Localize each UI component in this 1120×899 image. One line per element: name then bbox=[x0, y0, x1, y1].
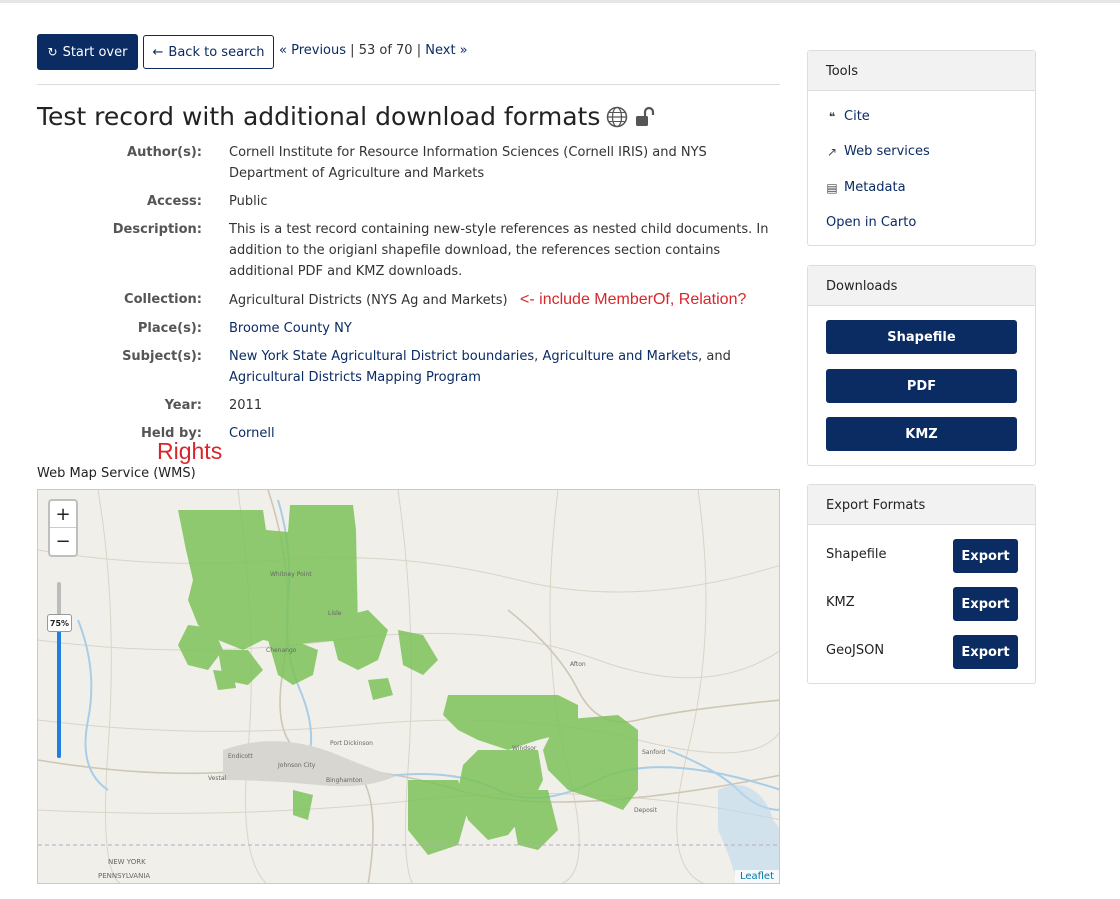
back-to-search-label: Back to search bbox=[168, 44, 265, 60]
quote-icon: ❝ bbox=[828, 109, 836, 124]
map-label: Port Dickinson bbox=[330, 740, 373, 747]
subject-separator: , and bbox=[698, 349, 731, 364]
zoom-out-button[interactable]: − bbox=[50, 528, 76, 555]
open-in-carto-label: Open in Carto bbox=[826, 215, 917, 230]
export-format-name: Shapefile bbox=[826, 547, 887, 562]
open-in-carto-link[interactable]: Open in Carto bbox=[826, 215, 916, 230]
export-row: KMZ Export bbox=[826, 587, 1018, 621]
held-by-link[interactable]: Cornell bbox=[229, 426, 275, 441]
download-shapefile-button[interactable]: Shapefile bbox=[826, 320, 1017, 354]
meta-value: Public bbox=[229, 194, 268, 209]
meta-label: Access: bbox=[147, 194, 202, 209]
map-label: Whitney Point bbox=[270, 571, 312, 578]
wms-label: Web Map Service (WMS) bbox=[37, 466, 196, 481]
external-link-icon: ↗ bbox=[826, 144, 838, 159]
meta-value: This is a test record containing new-sty… bbox=[229, 222, 769, 279]
map-label: PENNSYLVANIA bbox=[98, 872, 150, 880]
map-label: Windsor bbox=[512, 745, 537, 752]
metadata-label: Metadata bbox=[844, 180, 906, 195]
map-label: Sanford bbox=[642, 749, 665, 756]
subject-link[interactable]: New York State Agricultural District bou… bbox=[229, 349, 534, 364]
leaflet-attribution-link[interactable]: Leaflet bbox=[734, 870, 779, 883]
downloads-panel: Downloads Shapefile PDF KMZ bbox=[807, 265, 1036, 466]
page-title-text: Test record with additional download for… bbox=[37, 102, 601, 131]
meta-value: New York State Agricultural District bou… bbox=[229, 346, 781, 388]
start-over-button[interactable]: ↻ Start over bbox=[37, 34, 138, 70]
metadata-link[interactable]: ▤ Metadata bbox=[826, 180, 906, 195]
pager-separator: | bbox=[350, 43, 355, 58]
cite-link[interactable]: ❝ Cite bbox=[826, 109, 870, 124]
previous-link[interactable]: « Previous bbox=[279, 43, 346, 58]
meta-label: Description: bbox=[112, 222, 202, 237]
collection-annotation: <- include MemberOf, Relation? bbox=[520, 291, 747, 308]
page-title: Test record with additional download for… bbox=[37, 102, 656, 131]
map-viewer[interactable]: Binghamton Port Dickinson Vestal Johnson… bbox=[37, 489, 780, 884]
export-format-name: GeoJSON bbox=[826, 643, 885, 658]
rights-annotation: Rights bbox=[157, 438, 223, 464]
meta-label: Place(s): bbox=[137, 321, 202, 336]
map-tiles: Binghamton Port Dickinson Vestal Johnson… bbox=[38, 490, 779, 883]
download-pdf-button[interactable]: PDF bbox=[826, 369, 1017, 403]
refresh-icon: ↻ bbox=[47, 45, 58, 59]
collection-value: Agricultural Districts (NYS Ag and Marke… bbox=[229, 293, 508, 308]
pager-position: 53 of 70 bbox=[358, 43, 413, 58]
export-formats-header: Export Formats bbox=[808, 485, 1035, 525]
pager-separator: | bbox=[416, 43, 422, 58]
zoom-in-button[interactable]: + bbox=[50, 501, 76, 528]
export-shapefile-button[interactable]: Export bbox=[953, 539, 1018, 573]
document-icon: ▤ bbox=[826, 180, 838, 195]
downloads-header: Downloads bbox=[808, 266, 1035, 306]
cite-label: Cite bbox=[844, 109, 870, 124]
subject-link[interactable]: Agriculture and Markets bbox=[542, 349, 698, 364]
subject-separator: , bbox=[534, 349, 539, 364]
back-to-search-button[interactable]: ← Back to search bbox=[143, 35, 274, 69]
download-kmz-button[interactable]: KMZ bbox=[826, 417, 1017, 451]
map-label: Chenango bbox=[266, 647, 297, 654]
meta-value: Agricultural Districts (NYS Ag and Marke… bbox=[229, 289, 781, 311]
subject-link[interactable]: Agricultural Districts Mapping Program bbox=[229, 370, 481, 385]
map-label: Binghamton bbox=[326, 777, 363, 784]
map-label: Lisle bbox=[328, 610, 342, 617]
opacity-slider-handle[interactable]: 75% bbox=[47, 614, 72, 632]
start-over-label: Start over bbox=[62, 44, 128, 60]
meta-label: Subject(s): bbox=[122, 349, 202, 364]
export-row: GeoJSON Export bbox=[826, 635, 1018, 669]
divider bbox=[37, 84, 780, 85]
meta-label: Author(s): bbox=[127, 145, 202, 160]
map-label: Deposit bbox=[634, 807, 658, 814]
map-label: Johnson City bbox=[277, 762, 316, 769]
map-label: Endicott bbox=[228, 753, 253, 760]
meta-value: Cornell Institute for Resource Informati… bbox=[229, 145, 707, 181]
meta-value: 2011 bbox=[229, 398, 263, 413]
export-formats-panel: Export Formats Shapefile Export KMZ Expo… bbox=[807, 484, 1036, 684]
top-border bbox=[0, 0, 1120, 3]
web-services-link[interactable]: ↗ Web services bbox=[826, 144, 930, 159]
export-geojson-button[interactable]: Export bbox=[953, 635, 1018, 669]
map-label: Afton bbox=[570, 661, 586, 668]
export-row: Shapefile Export bbox=[826, 539, 1018, 573]
next-link[interactable]: Next » bbox=[425, 43, 467, 58]
opacity-slider-fill bbox=[57, 627, 61, 758]
map-label: NEW YORK bbox=[108, 858, 146, 866]
arrow-left-icon: ← bbox=[152, 44, 164, 60]
export-kmz-button[interactable]: Export bbox=[953, 587, 1018, 621]
place-link[interactable]: Broome County NY bbox=[229, 321, 352, 336]
tools-header: Tools bbox=[808, 51, 1035, 91]
search-pager: « Previous | 53 of 70 | Next » bbox=[279, 43, 468, 58]
zoom-control: + − bbox=[48, 499, 78, 557]
map-label: Vestal bbox=[208, 775, 226, 782]
meta-label: Collection: bbox=[124, 292, 202, 307]
meta-label: Year: bbox=[164, 398, 202, 413]
tools-panel: Tools ❝ Cite ↗ Web services ▤ Metadata O… bbox=[807, 50, 1036, 246]
unlock-icon bbox=[636, 106, 655, 126]
web-services-label: Web services bbox=[844, 144, 930, 159]
export-format-name: KMZ bbox=[826, 595, 855, 610]
globe-icon bbox=[607, 106, 628, 127]
